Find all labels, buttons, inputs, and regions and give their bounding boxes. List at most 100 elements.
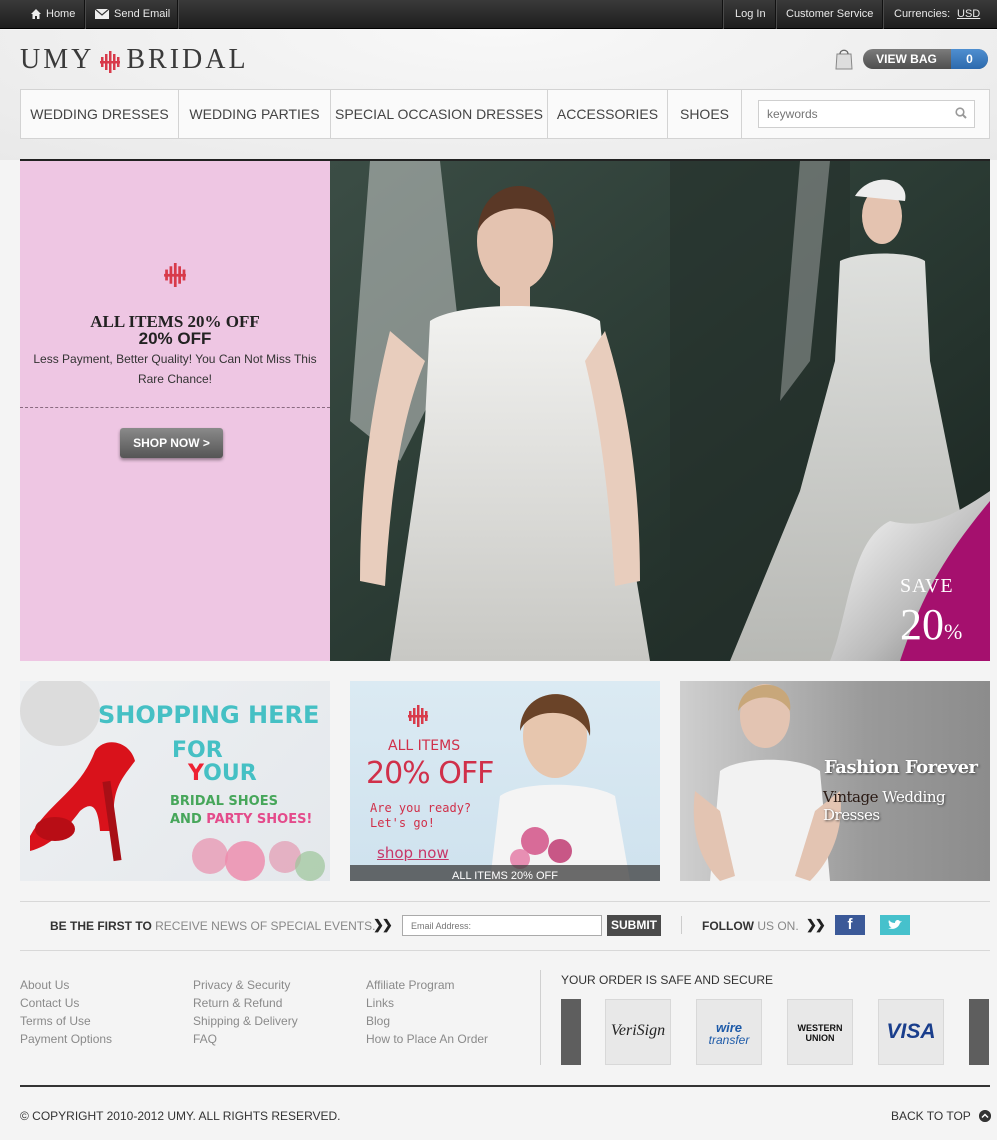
footer-link-privacy[interactable]: Privacy & Security — [193, 976, 298, 994]
home-icon — [31, 9, 41, 20]
visa-logo: VISA — [878, 999, 944, 1065]
newsletter-text: BE THE FIRST TO RECEIVE NEWS OF SPECIAL … — [50, 919, 375, 933]
customer-service-link[interactable]: Customer Service — [786, 0, 873, 29]
nav-wedding-dresses[interactable]: WEDDING DRESSES — [21, 90, 179, 138]
visa-label: VISA — [886, 1020, 936, 1043]
carousel-next-button[interactable] — [969, 999, 989, 1065]
footer-link-payment-options[interactable]: Payment Options — [20, 1030, 112, 1048]
sale-banner-strip-text: ALL ITEMS 20% OFF — [452, 870, 558, 881]
login-link[interactable]: Log In — [735, 0, 766, 29]
shop-now-button[interactable]: SHOP NOW > — [120, 428, 223, 458]
carousel-prev-button[interactable] — [561, 999, 581, 1065]
save-label: SAVE — [900, 575, 954, 597]
verisign-logo: VeriSign — [605, 999, 671, 1065]
divider — [84, 0, 85, 29]
divider — [20, 901, 990, 902]
nav-accessories[interactable]: ACCESSORIES — [548, 90, 668, 138]
back-to-top-link[interactable]: BACK TO TOP — [891, 1109, 971, 1123]
verisign-label: VeriSign — [610, 1022, 666, 1039]
footer-link-blog[interactable]: Blog — [366, 1012, 488, 1030]
sale-banner-line3: Are you ready? Let's go! — [370, 801, 471, 831]
shopping-bag-icon[interactable] — [834, 48, 854, 70]
sale-banner-line2: 20% OFF — [366, 756, 494, 791]
double-chevron-icon: ❯❯ — [806, 917, 826, 932]
sale-banner-line1: ALL ITEMS — [388, 738, 461, 754]
nav-shoes[interactable]: SHOES — [668, 90, 742, 138]
arrow-up-icon[interactable] — [979, 1110, 991, 1122]
shoes-banner-line1: SHOPPING HERE — [98, 701, 320, 729]
shoes-banner-line3-y: Y — [188, 761, 204, 786]
newsletter-text-bold: BE THE FIRST TO — [50, 919, 152, 933]
footer-link-about[interactable]: About Us — [20, 976, 112, 994]
wire-transfer-logo: wire transfer — [696, 999, 762, 1065]
view-bag-label: VIEW BAG — [876, 52, 937, 66]
western-label: WESTERN — [797, 1023, 843, 1033]
nav-wedding-parties[interactable]: WEDDING PARTIES — [179, 90, 331, 138]
footer-link-return[interactable]: Return & Refund — [193, 994, 298, 1012]
footer-link-shipping[interactable]: Shipping & Delivery — [193, 1012, 298, 1030]
shoes-banner-line5-a: AND — [170, 812, 207, 827]
view-bag-button[interactable]: VIEW BAG 0 — [863, 49, 988, 69]
footer-link-how-to-order[interactable]: How to Place An Order — [366, 1030, 488, 1048]
double-chevron-icon: ❯❯ — [373, 917, 393, 932]
shoes-banner-line4: BRIDAL SHOES — [170, 794, 278, 809]
save-percent: 20% — [900, 599, 962, 650]
divider — [177, 0, 178, 29]
union-label: UNION — [805, 1033, 835, 1043]
twitter-icon[interactable] — [880, 915, 910, 935]
sale-banner-strip: ALL ITEMS 20% OFF — [350, 865, 660, 881]
search-input[interactable] — [767, 101, 947, 127]
currency-selector[interactable]: USD — [957, 0, 980, 29]
sale-banner[interactable]: ALL ITEMS 20% OFF Are you ready? Let's go… — [350, 681, 660, 881]
home-link[interactable]: Home — [31, 0, 75, 29]
divider — [722, 0, 723, 29]
bridal-shoes-banner[interactable]: SHOPPING HERE FOR YOUR BRIDAL SHOES AND … — [20, 681, 330, 881]
top-bar: Home Send Email Log In Customer Service … — [0, 0, 997, 29]
shoes-banner-line3-rest: OUR — [203, 761, 257, 786]
shoes-banner-line2: FOR — [172, 738, 223, 763]
main-nav: WEDDING DRESSES WEDDING PARTIES SPECIAL … — [20, 89, 990, 139]
logo-mark-icon — [164, 263, 186, 287]
divider — [882, 0, 883, 29]
footer-link-links[interactable]: Links — [366, 994, 488, 1012]
hero-bride-photo[interactable] — [330, 161, 990, 661]
email-input[interactable] — [402, 915, 602, 936]
promo-description: Less Payment, Better Quality! You Can No… — [33, 352, 317, 386]
divider — [775, 0, 776, 29]
submit-button[interactable]: SUBMIT — [607, 915, 661, 936]
search-icon[interactable] — [955, 107, 967, 119]
vintage-banner-line1: Fashion Forever — [824, 757, 978, 778]
vintage-banner-line2-a: Vintage — [823, 788, 878, 806]
footer-link-terms[interactable]: Terms of Use — [20, 1012, 112, 1030]
copyright: © COPYRIGHT 2010-2012 UMY. ALL RIGHTS RE… — [20, 1109, 341, 1123]
follow-text: FOLLOW US ON. — [702, 919, 799, 933]
newsletter-text-rest: RECEIVE NEWS OF SPECIAL EVENTS. — [151, 919, 376, 933]
facebook-icon[interactable]: f — [835, 915, 865, 935]
shop-now-link[interactable]: shop now — [377, 844, 449, 862]
shoes-banner-line5-b: PARTY SHOES! — [206, 812, 313, 827]
shoes-banner-line5: AND PARTY SHOES! — [170, 812, 312, 827]
secure-title: YOUR ORDER IS SAFE AND SECURE — [561, 973, 774, 987]
footer-link-affiliate[interactable]: Affiliate Program — [366, 976, 488, 994]
vintage-dresses-banner[interactable]: Fashion Forever Vintage Wedding Dresses — [680, 681, 990, 881]
shoes-banner-line3: YOUR — [188, 761, 257, 786]
divider — [20, 950, 990, 951]
sale-banner-line3b: Let's go! — [370, 816, 436, 830]
logo-text-left: UMY — [20, 44, 95, 75]
send-email-link[interactable]: Send Email — [95, 0, 170, 29]
footer-links-col2: Privacy & Security Return & Refund Shipp… — [193, 976, 298, 1048]
nav-special-occasion-dresses[interactable]: SPECIAL OCCASION DRESSES — [331, 90, 548, 138]
dashed-divider — [20, 407, 330, 408]
footer-link-faq[interactable]: FAQ — [193, 1030, 298, 1048]
site-logo[interactable]: UMY BRIDAL — [20, 44, 249, 76]
divider — [20, 1085, 990, 1087]
footer-link-contact[interactable]: Contact Us — [20, 994, 112, 1012]
western-union-logo: WESTERN UNION — [787, 999, 853, 1065]
save-value: 20 — [900, 600, 944, 649]
promo-panel: ALL ITEMS 20% OFF 20% OFF Less Payment, … — [20, 161, 330, 661]
transfer-label: transfer — [708, 1033, 750, 1047]
logo-text-right: BRIDAL — [126, 44, 249, 75]
follow-text-rest: US ON. — [753, 919, 799, 933]
currencies-label: Currencies: — [894, 8, 951, 20]
save-unit: % — [944, 619, 963, 644]
